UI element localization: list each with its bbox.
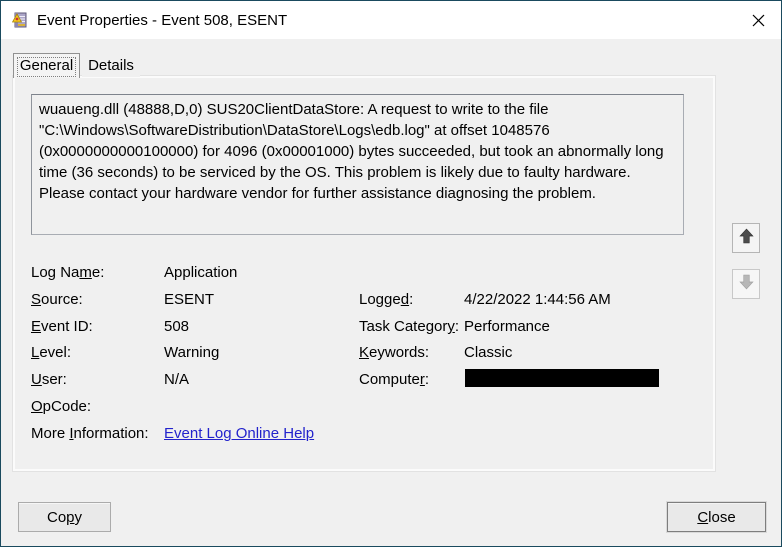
keywords-value: Classic	[464, 344, 513, 361]
arrow-down-icon	[738, 274, 754, 294]
computer-value-redaction-bar	[465, 369, 659, 387]
level-label: Level:	[31, 344, 72, 361]
event-description-box[interactable]: wuaueng.dll (48888,D,0) SUS20ClientDataS…	[31, 94, 684, 235]
computer-label: Computer:	[359, 371, 430, 388]
logged-label: Logged:	[359, 291, 414, 308]
copy-button-label: Copy	[46, 508, 83, 526]
more-information-label: More Information:	[31, 425, 149, 442]
tab-details[interactable]: Details	[82, 56, 140, 77]
event-description-text: wuaueng.dll (48888,D,0) SUS20ClientDataS…	[39, 101, 664, 202]
tab-focus-rect	[17, 57, 76, 77]
source-label: Source:	[31, 291, 83, 308]
opcode-label: OpCode:	[31, 398, 92, 415]
close-button-label: Close	[697, 508, 736, 526]
event-id-label: Event ID:	[31, 318, 93, 335]
event-properties-window: Event Properties - Event 508, ESENT Gene…	[0, 0, 782, 547]
title-bar[interactable]: Event Properties - Event 508, ESENT	[1, 1, 781, 39]
logged-value: 4/22/2022 1:44:56 AM	[464, 291, 611, 308]
keywords-label: Keywords:	[359, 344, 430, 361]
close-button[interactable]: Close	[667, 502, 766, 532]
event-id-value: 508	[164, 318, 190, 335]
next-event-button[interactable]	[732, 269, 760, 299]
arrow-up-icon	[738, 228, 754, 248]
general-tab-page: wuaueng.dll (48888,D,0) SUS20ClientDataS…	[13, 76, 715, 471]
tab-details-label: Details	[88, 57, 134, 74]
previous-event-button[interactable]	[732, 223, 760, 253]
copy-button[interactable]: Copy	[18, 502, 111, 532]
close-icon[interactable]	[735, 1, 781, 39]
level-value: Warning	[164, 344, 220, 361]
task-category-label: Task Category:	[359, 318, 460, 335]
task-category-value: Performance	[464, 318, 550, 335]
user-value: N/A	[164, 371, 190, 388]
source-value: ESENT	[164, 291, 215, 308]
event-log-online-help-link[interactable]: Event Log Online Help	[164, 425, 314, 442]
log-name-value: Application	[164, 264, 238, 281]
window-title: Event Properties - Event 508, ESENT	[37, 11, 288, 29]
user-label: User:	[31, 371, 67, 388]
tab-general[interactable]: General	[13, 53, 80, 78]
event-log-warning-icon	[11, 12, 28, 28]
log-name-label: Log Name:	[31, 264, 105, 281]
